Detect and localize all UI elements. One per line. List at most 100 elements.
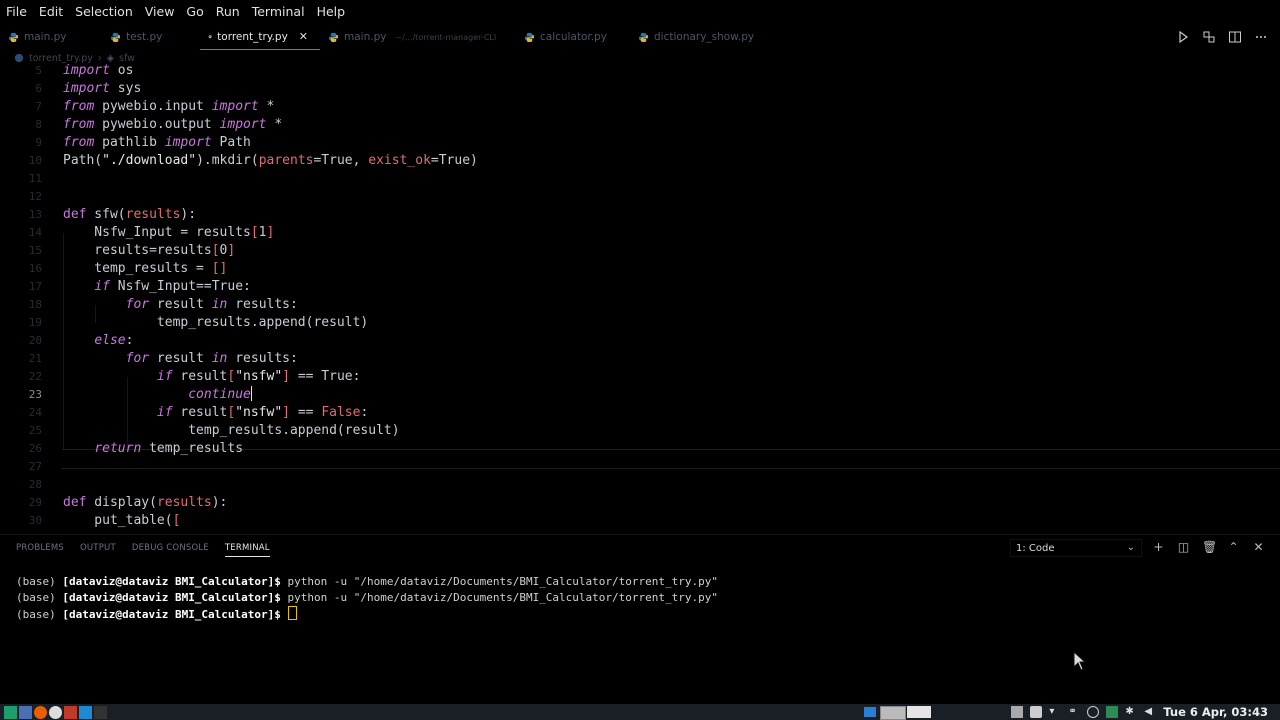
menu-file[interactable]: File xyxy=(0,0,33,24)
code-line: else: xyxy=(94,333,134,348)
chrome-icon[interactable] xyxy=(49,705,62,719)
code-editor[interactable]: 5 import os 6 import sys 7 from pywebio.inp… xyxy=(0,62,1280,534)
code-line: return temp_results xyxy=(94,441,244,456)
line-number: 25 xyxy=(28,424,42,437)
bottom-panel: PROBLEMS OUTPUT DEBUG CONSOLE TERMINAL 1… xyxy=(0,534,1280,703)
line-number: 10 xyxy=(28,154,42,167)
sync-icon[interactable] xyxy=(1087,706,1100,718)
code-line: from pywebio.input import * xyxy=(63,99,275,114)
monitor-icon[interactable] xyxy=(1106,706,1119,718)
editor-actions xyxy=(1176,24,1268,50)
line-number: 22 xyxy=(28,370,42,383)
tab-calculator-py[interactable]: calculator.py xyxy=(516,24,630,50)
run-icon[interactable] xyxy=(1176,30,1190,44)
line-number: 30 xyxy=(28,514,42,527)
code-line: from pywebio.output import * xyxy=(63,117,283,132)
tab-label: test.py xyxy=(126,31,163,43)
trash-icon[interactable]: 🗑 xyxy=(1202,539,1217,555)
line-number: 8 xyxy=(35,118,42,131)
menu-selection[interactable]: Selection xyxy=(69,0,139,24)
python-file-icon xyxy=(328,32,339,42)
code-line: if result["nsfw"] == True: xyxy=(156,369,361,384)
taskbar-window-thumb[interactable] xyxy=(880,706,906,720)
tab-main-py[interactable]: main.py xyxy=(0,24,102,50)
python-file-icon xyxy=(8,32,19,42)
line-number: 14 xyxy=(28,226,42,239)
line-number: 28 xyxy=(28,478,42,491)
terminal-line[interactable]: (base) [dataviz@dataviz BMI_Calculator]$ xyxy=(16,606,297,622)
terminal-icon[interactable] xyxy=(94,705,107,719)
code-line: results=results[0] xyxy=(63,243,236,258)
code-line: for result in results: xyxy=(125,297,298,312)
add-terminal-icon[interactable]: + xyxy=(1152,539,1165,555)
line-number: 9 xyxy=(35,136,42,149)
editor-icon[interactable] xyxy=(64,705,77,719)
line-number: 21 xyxy=(28,352,42,365)
firefox-icon[interactable] xyxy=(34,705,47,719)
line-number-current: 23 xyxy=(28,388,42,401)
menu-edit[interactable]: Edit xyxy=(33,0,69,24)
tab-problems[interactable]: PROBLEMS xyxy=(16,543,64,553)
menu-terminal[interactable]: Terminal xyxy=(246,0,311,24)
code-line: from pathlib import Path xyxy=(63,135,251,150)
close-panel-icon[interactable]: ✕ xyxy=(1252,539,1265,555)
code-line: def sfw(results): xyxy=(63,207,197,222)
split-terminal-icon[interactable]: ◫ xyxy=(1177,539,1190,555)
menu-view[interactable]: View xyxy=(139,0,181,24)
tab-debug-console[interactable]: DEBUG CONSOLE xyxy=(132,543,209,553)
code-line: Nsfw_Input = results[1] xyxy=(63,225,275,240)
code-line: import os xyxy=(63,63,134,78)
volume-icon[interactable]: ◀ xyxy=(1144,706,1156,718)
line-number: 15 xyxy=(28,244,42,257)
line-number: 5 xyxy=(35,64,42,77)
line-number: 16 xyxy=(28,262,42,275)
tab-test-py[interactable]: test.py xyxy=(102,24,200,50)
close-icon[interactable]: ✕ xyxy=(299,30,308,43)
tab-main-py-cli[interactable]: main.py ~/.../torrent-manager-CLI xyxy=(320,24,516,50)
shield-icon[interactable] xyxy=(1030,706,1043,718)
bluetooth-icon[interactable]: ✱ xyxy=(1125,706,1137,718)
clipboard-icon[interactable] xyxy=(1011,706,1024,718)
app-menu-icon[interactable] xyxy=(4,705,17,719)
terminal-select[interactable]: 1: Code ⌄ xyxy=(1010,539,1142,557)
tab-dictionary-show-py[interactable]: dictionary_show.py xyxy=(630,24,770,50)
taskbar-window-thumb[interactable] xyxy=(907,706,931,718)
terminal-cursor xyxy=(287,606,297,620)
tab-terminal[interactable]: TERMINAL xyxy=(224,543,270,557)
menu-help[interactable]: Help xyxy=(311,0,352,24)
tab-label: calculator.py xyxy=(540,31,608,43)
clock[interactable]: Tue 6 Apr, 03:43 xyxy=(1163,705,1268,719)
chevron-down-icon: ⌄ xyxy=(1126,542,1135,553)
menu-go[interactable]: Go xyxy=(180,0,209,24)
more-actions-icon[interactable] xyxy=(1254,30,1268,44)
terminal-select-value: 1: Code xyxy=(1016,542,1055,554)
taskbar-window-thumb[interactable] xyxy=(864,707,876,717)
files-icon[interactable] xyxy=(19,705,32,719)
tab-output[interactable]: OUTPUT xyxy=(80,543,116,553)
line-number: 29 xyxy=(28,496,42,509)
wifi-icon[interactable]: ▾ xyxy=(1049,706,1061,718)
menu-run[interactable]: Run xyxy=(210,0,246,24)
mouse-pointer-icon xyxy=(1073,651,1087,671)
python-file-icon xyxy=(524,32,535,42)
panel-actions: + ◫ 🗑 ⌃ ✕ xyxy=(1152,539,1265,555)
python-file-icon xyxy=(110,32,121,42)
code-line: import sys xyxy=(63,81,142,96)
code-line: continue xyxy=(188,387,251,402)
vscode-icon[interactable] xyxy=(79,705,92,719)
line-number: 20 xyxy=(28,334,42,347)
tab-torrent-try-py[interactable]: torrent_try.py ✕ xyxy=(200,24,320,50)
maximize-panel-icon[interactable]: ⌃ xyxy=(1227,539,1240,555)
line-number: 12 xyxy=(28,190,42,203)
line-number: 27 xyxy=(28,460,42,473)
code-line: def display(results): xyxy=(63,495,228,510)
compare-changes-icon[interactable] xyxy=(1202,30,1216,44)
system-tray: ▾ ⚭ ✱ ◀ Tue 6 Apr, 03:43 xyxy=(1011,704,1268,720)
link-icon[interactable]: ⚭ xyxy=(1068,706,1080,718)
launcher-icons xyxy=(0,705,107,719)
terminal-line: (base) [dataviz@dataviz BMI_Calculator]$… xyxy=(16,575,718,588)
code-line: put_table([ xyxy=(63,513,181,528)
tab-label: main.py xyxy=(344,31,387,43)
split-editor-icon[interactable] xyxy=(1228,30,1242,44)
code-line: if result["nsfw"] == False: xyxy=(156,405,369,420)
